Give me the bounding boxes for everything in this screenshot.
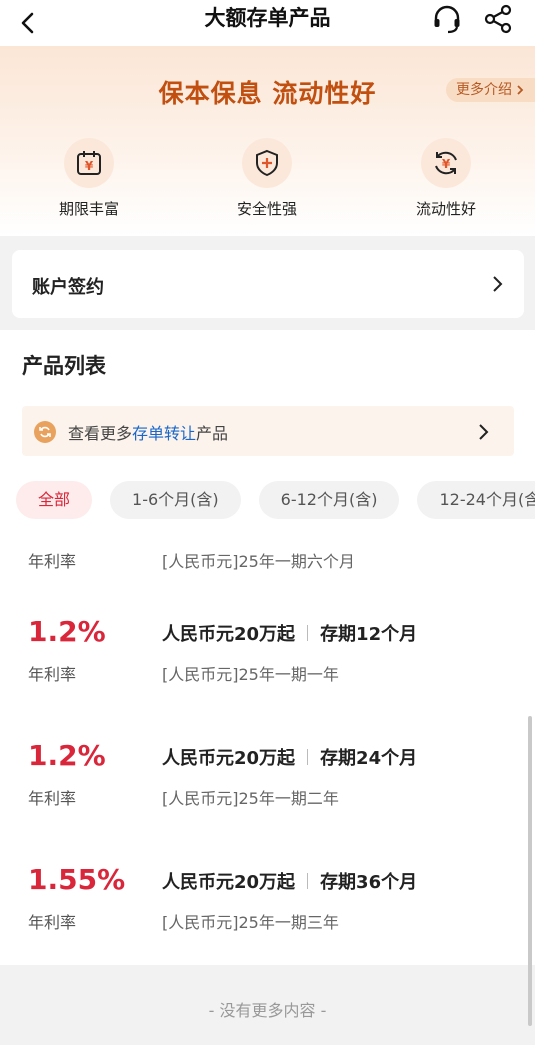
term: 存期36个月 [320,872,418,893]
account-signing-label: 账户签约 [32,277,104,298]
min-amount: 人民币元20万起 [162,748,296,769]
feature-term: ¥ 期限丰富 [29,138,149,219]
annual-rate: 1.2% [28,739,106,772]
intro-banner: 保本保息 流动性好 更多介绍 ¥ 期限丰富 安全性强 ¥ 流动性好 [0,46,535,236]
transfer-products-link[interactable]: 查看更多存单转让产品 [22,406,514,456]
filter-chip-all[interactable]: 全部 [16,481,93,519]
list-end-notice: - 没有更多内容 - [0,965,535,1045]
term: 存期12个月 [320,624,418,645]
filter-chip-12-24[interactable]: 12-24个月(含) [417,481,535,519]
feature-label: 期限丰富 [58,200,119,218]
svg-text:¥: ¥ [85,159,94,173]
annual-rate: 1.2% [28,615,106,648]
feature-safety: 安全性强 [207,138,327,219]
product-name: [人民币元]25年一期三年 [162,913,339,932]
feature-label: 安全性强 [236,200,297,218]
product-name: [人民币元]25年一期六个月 [162,552,355,571]
divider [307,749,309,765]
product-name: [人民币元]25年一期一年 [162,665,339,684]
divider [307,873,309,889]
rate-label: 年利率 [28,552,77,571]
product-row[interactable]: 1.55% 年利率 人民币元20万起 存期36个月 [人民币元]25年一期三年 [0,863,535,965]
min-amount: 人民币元20万起 [162,872,296,893]
more-intro-button[interactable]: 更多介绍 [446,78,535,102]
term-filter-bar: 全部 1-6个月(含) 6-12个月(含) 12-24个月(含) [16,481,535,521]
product-summary: 人民币元20万起 存期12个月 [162,620,417,646]
min-amount: 人民币元20万起 [162,624,296,645]
scrollbar[interactable] [528,716,532,1026]
rate-label: 年利率 [28,913,77,932]
shield-plus-icon [242,138,292,188]
yen-cycle-icon: ¥ [421,138,471,188]
rate-label: 年利率 [28,789,77,808]
divider [307,625,309,641]
feature-liquidity: ¥ 流动性好 [386,138,506,219]
refresh-icon [34,421,56,443]
nav-header: 大额存单产品 [0,0,535,46]
more-intro-label: 更多介绍 [456,82,512,98]
transfer-highlight: 存单转让 [132,424,197,443]
annual-rate: 1.55% [28,863,126,896]
section-title: 产品列表 [22,354,106,378]
svg-text:¥: ¥ [442,157,451,171]
customer-service-button[interactable] [430,2,464,36]
chevron-right-icon [493,276,503,292]
product-name: [人民币元]25年一期二年 [162,789,339,808]
product-row-partial[interactable]: 年利率 [人民币元]25年一期六个月 [0,543,535,573]
transfer-text: 查看更多存单转让产品 [68,424,229,443]
share-button[interactable] [481,2,515,36]
feature-label: 流动性好 [415,200,476,218]
product-summary: 人民币元20万起 存期36个月 [162,868,417,894]
rate-label: 年利率 [28,665,77,684]
product-list-section: 产品列表 查看更多存单转让产品 全部 1-6个月(含) 6-12个月(含) 12-24… [0,330,535,965]
chevron-right-icon [517,85,524,95]
account-signing-row[interactable]: 账户签约 [12,250,524,318]
product-row[interactable]: 1.2% 年利率 人民币元20万起 存期12个月 [人民币元]25年一期一年 [0,615,535,725]
filter-chip-1-6[interactable]: 1-6个月(含) [110,481,241,519]
share-icon [484,4,512,34]
calendar-yen-icon: ¥ [64,138,114,188]
term: 存期24个月 [320,748,418,769]
product-row[interactable]: 1.2% 年利率 人民币元20万起 存期24个月 [人民币元]25年一期二年 [0,739,535,849]
product-summary: 人民币元20万起 存期24个月 [162,744,417,770]
chevron-right-icon [479,424,489,440]
filter-chip-6-12[interactable]: 6-12个月(含) [258,481,400,519]
headset-icon [434,5,460,34]
